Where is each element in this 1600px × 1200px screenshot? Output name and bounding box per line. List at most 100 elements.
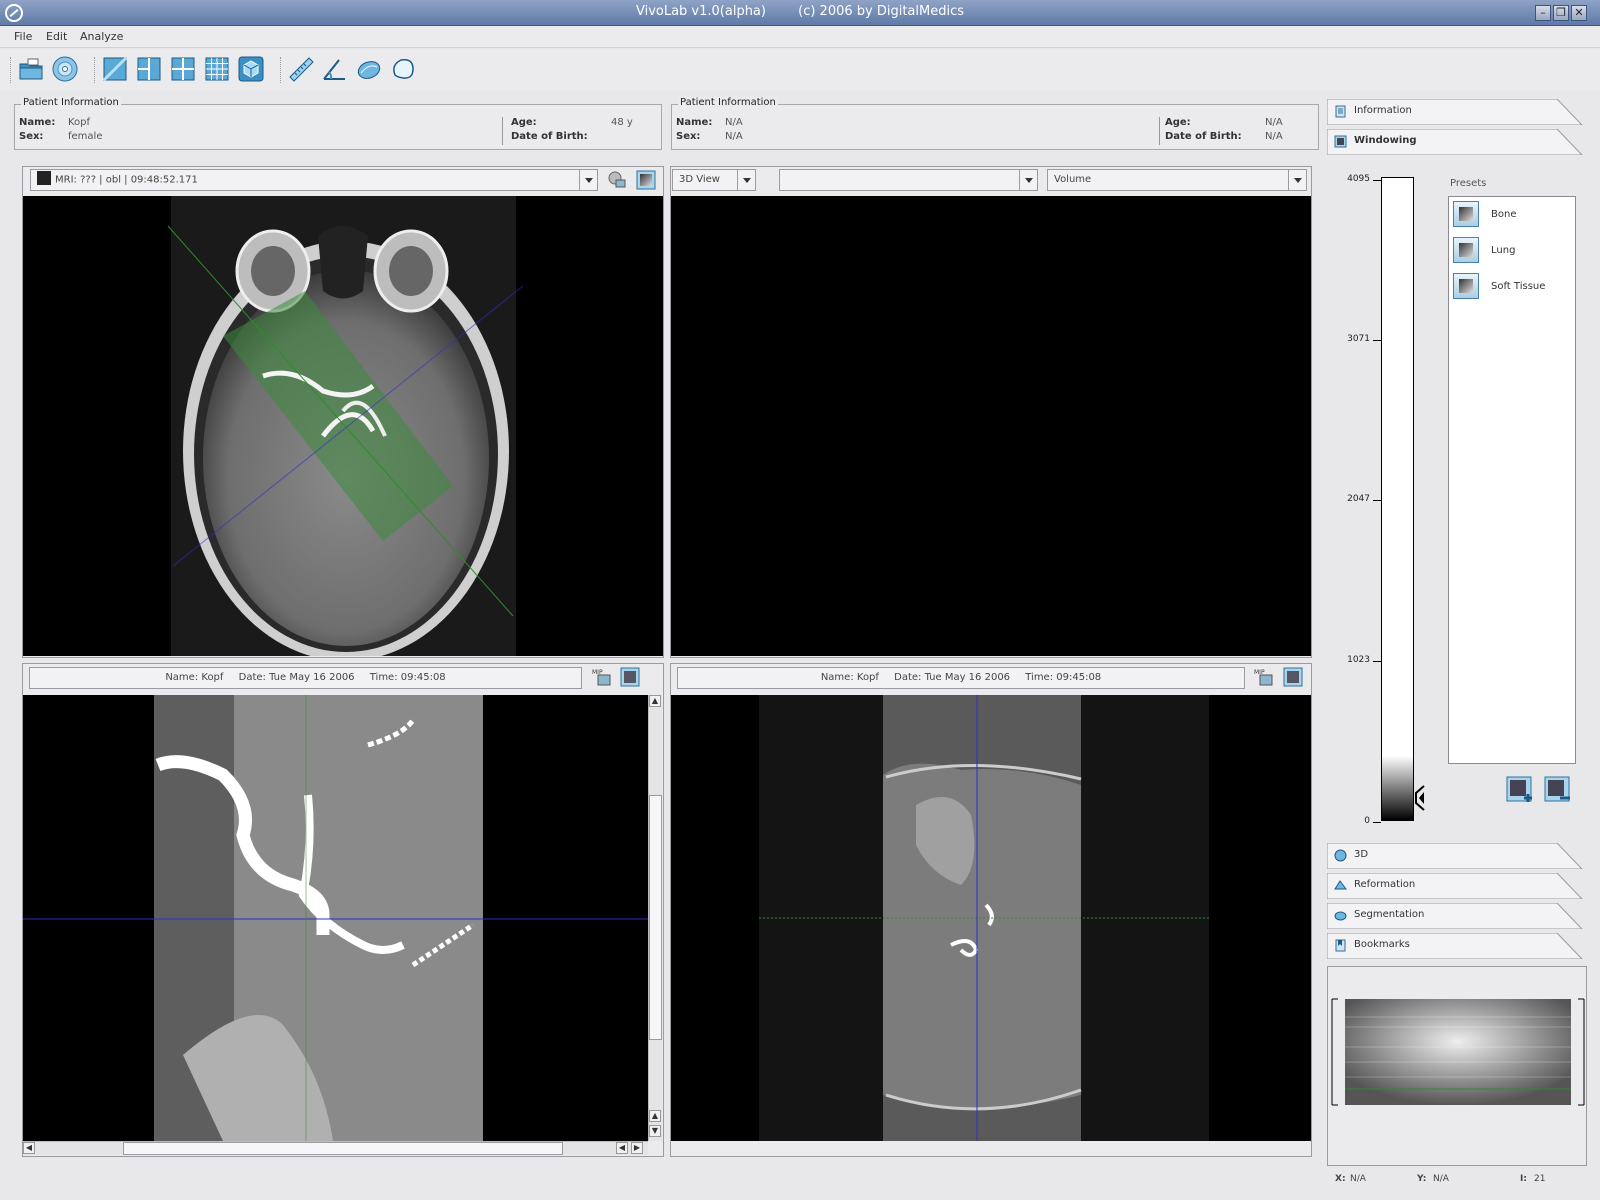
scroll-left-icon[interactable]: ◀ [23,1142,35,1154]
chevron-down-icon[interactable] [1019,170,1037,190]
intensity-value: 21 [1534,1174,1546,1184]
minimize-icon[interactable]: – [1535,5,1551,21]
tab-label: Windowing [1354,135,1417,146]
navigator-panel [1327,966,1587,1166]
segment-icon[interactable] [355,55,383,83]
axial-mri-view[interactable] [23,196,663,656]
3d-render-view[interactable] [671,196,1311,656]
add-preset-icon[interactable] [1506,776,1534,804]
chevron-down-icon[interactable] [579,170,597,190]
info-name: Name: Kopf [820,672,879,683]
chevron-down-icon[interactable] [737,170,755,190]
close-icon[interactable]: ✕ [1571,5,1587,21]
reformation-icon [1334,880,1347,890]
render-mode-select[interactable]: Volume [1047,169,1307,191]
layout-grid-icon[interactable] [203,55,231,83]
series-thumbnail-icon [37,171,51,185]
scale-tick [1373,340,1381,341]
vertical-scrollbar[interactable]: ▲ ▲ ▼ [648,695,662,1141]
menu-bar: File Edit Analyze [0,26,1600,48]
chevron-down-icon[interactable] [1288,170,1306,190]
info-time: Time: 09:45:08 [1025,672,1102,683]
x-label: X: [1335,1174,1346,1184]
snapshot-icon[interactable] [1283,667,1303,687]
open-folder-icon[interactable] [17,55,45,83]
patient-info-left: Patient Information Name: Kopf Sex: fema… [14,97,662,150]
info-time: Time: 09:45:08 [369,672,446,683]
patient-info-legend: Patient Information [678,97,778,108]
tab-label: 3D [1354,849,1369,860]
tab-windowing[interactable]: Windowing [1327,129,1587,155]
x-value: N/A [1350,1174,1366,1184]
preset-label: Lung [1491,245,1516,256]
info-date: Date: Tue May 16 2006 [894,672,1011,683]
patient-name: Kopf [68,117,91,128]
menu-file[interactable]: File [14,30,32,43]
maximize-icon[interactable]: ❐ [1553,5,1569,21]
layout-single-icon[interactable] [101,55,129,83]
navigator-thumbnail[interactable] [1330,997,1586,1107]
tab-label: Information [1354,105,1412,116]
preset-lung[interactable]: Lung [1453,237,1571,265]
patient-info-right: Patient Information Name: N/A Sex: N/A A… [671,97,1319,150]
sagittal-view[interactable] [671,695,1311,1141]
y-value: N/A [1433,1174,1449,1184]
age-label: Age: [511,117,537,128]
tab-label: Segmentation [1354,909,1425,920]
toolbar [0,49,1600,91]
preset-icon [1453,201,1479,227]
name-label: Name: [676,117,713,128]
tab-3d[interactable]: 3D [1327,843,1587,869]
horizontal-scrollbar[interactable]: ◀ ◀ ▶ [23,1141,648,1155]
patient-name: N/A [725,117,743,128]
remove-preset-icon[interactable] [1544,776,1572,804]
mip-coronal-view[interactable] [23,695,648,1141]
scroll-thumb[interactable] [649,795,662,1040]
secondary-select[interactable] [779,169,1038,191]
scroll-up-icon[interactable]: ▲ [649,1110,661,1122]
patient-sex: female [68,131,103,142]
tab-segmentation[interactable]: Segmentation [1327,903,1587,929]
series-select[interactable]: MRI: ??? | obl | 09:48:52.171 [30,169,598,191]
cd-icon[interactable] [51,55,79,83]
layout-quad-icon[interactable] [169,55,197,83]
dob-label: Date of Birth: [1165,131,1242,142]
menu-edit[interactable]: Edit [46,30,67,43]
angle-icon[interactable] [321,55,349,83]
ruler-icon[interactable] [287,55,315,83]
scroll-down-icon[interactable]: ▼ [649,1125,661,1137]
preset-label: Bone [1491,209,1517,220]
layout-split-icon[interactable] [135,55,163,83]
scroll-left-icon[interactable]: ◀ [616,1142,628,1154]
status-bar: X: N/A Y: N/A I: 21 [1327,1170,1587,1190]
lasso-icon[interactable] [389,55,417,83]
toolbar-separator [280,57,282,83]
preset-label: Soft Tissue [1491,281,1546,292]
window-handle-icon[interactable] [1415,785,1425,811]
sex-label: Sex: [19,131,44,142]
tab-bookmarks[interactable]: Bookmarks [1327,933,1587,959]
preset-icon [1453,273,1479,299]
view-mode-select[interactable]: 3D View [672,169,756,191]
y-label: Y: [1417,1174,1427,1184]
series-label: MRI: ??? | obl | 09:48:52.171 [55,174,198,186]
mip-mode-icon[interactable] [607,170,627,190]
scroll-up-icon[interactable]: ▲ [649,695,661,707]
tab-reformation[interactable]: Reformation [1327,873,1587,899]
preset-bone[interactable]: Bone [1453,201,1571,229]
scroll-thumb[interactable] [123,1142,563,1155]
menu-analyze[interactable]: Analyze [80,30,123,43]
snapshot-icon[interactable] [636,170,656,190]
scale-label: 2047 [1347,494,1370,504]
preset-soft-tissue[interactable]: Soft Tissue [1453,273,1571,301]
mip-vessel-image [23,695,648,1141]
scroll-right-icon[interactable]: ▶ [631,1142,643,1154]
snapshot-icon[interactable] [620,667,640,687]
mip-mode-icon[interactable]: MIP [592,667,612,687]
mip-mode-icon[interactable]: MIP [1254,667,1274,687]
window-level-scale[interactable] [1381,177,1414,821]
patient-sex: N/A [725,131,743,142]
tab-information[interactable]: Information [1327,99,1587,125]
age-label: Age: [1165,117,1191,128]
3d-cube-icon[interactable] [237,55,265,83]
